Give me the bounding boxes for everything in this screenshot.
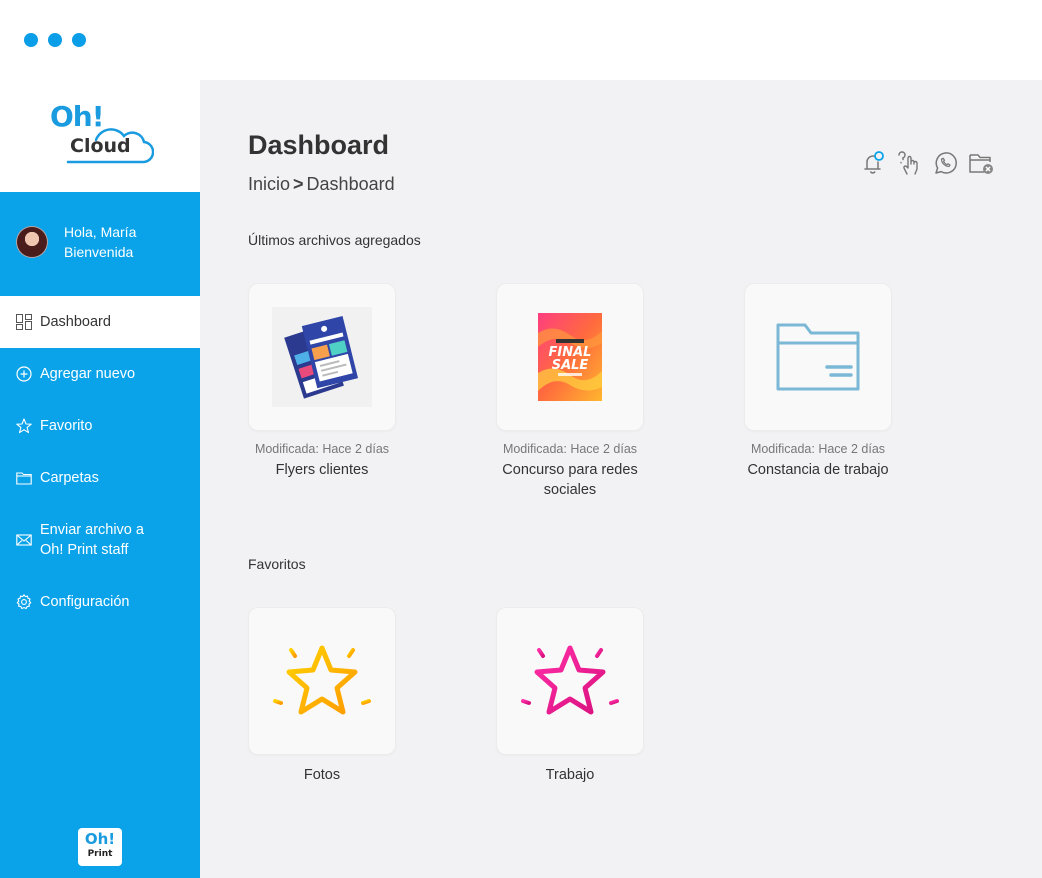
file-name[interactable]: Constancia de trabajo: [744, 460, 892, 480]
flyers-thumbnail: [272, 307, 372, 407]
breadcrumb: Inicio > Dashboard: [248, 174, 395, 195]
sidebar-item-send-file[interactable]: Enviar archivo a Oh! Print staff: [0, 504, 200, 576]
file-card-flyers[interactable]: [248, 283, 396, 431]
window-dot[interactable]: [24, 33, 38, 47]
mail-send-icon: [16, 532, 32, 548]
sidebar-item-folders[interactable]: Carpetas: [0, 452, 200, 504]
folder-delete-icon[interactable]: [968, 150, 994, 176]
star-icon: [16, 418, 32, 434]
sidebar-item-label: Favorito: [40, 418, 93, 434]
file-card-folder[interactable]: [744, 283, 892, 431]
sidebar-item-settings[interactable]: Configuración: [0, 576, 200, 628]
favorites-heading: Favoritos: [248, 556, 306, 572]
folder-icon: [776, 323, 860, 391]
dashboard-grid-icon: [16, 314, 32, 330]
main-content: Dashboard Inicio > Dashboard Últimos archi…: [200, 80, 1042, 878]
star-yellow-icon: [273, 645, 371, 730]
recent-files-heading: Últimos archivos agregados: [248, 232, 421, 248]
user-greeting: Hola, María Bienvenida: [64, 222, 136, 262]
sidebar-item-label-line2: Oh! Print staff: [40, 542, 129, 558]
star-pink-icon: [521, 645, 619, 730]
oh-print-logo[interactable]: Oh! Print: [78, 828, 122, 866]
sidebar-item-favorites[interactable]: Favorito: [0, 400, 200, 452]
header-toolbar: [860, 150, 994, 176]
sidebar-item-label-line1: Enviar archivo a: [40, 522, 144, 538]
plus-circle-icon: [16, 366, 32, 382]
user-greeting-name: Hola, María: [64, 224, 137, 240]
sidebar-item-label: Configuración: [40, 594, 130, 610]
window-titlebar: [0, 0, 1042, 80]
user-greeting-subtitle: Bienvenida: [64, 244, 134, 260]
sidebar-item-dashboard[interactable]: Dashboard: [0, 296, 200, 348]
sidebar-item-label: Carpetas: [40, 470, 99, 486]
favorite-name[interactable]: Fotos: [248, 765, 396, 785]
favorite-card-fotos[interactable]: [248, 607, 396, 755]
sidebar-item-label: Enviar archivo a Oh! Print staff: [40, 520, 144, 560]
file-name[interactable]: Concurso para redes sociales: [496, 460, 644, 500]
file-modified-date: Modificada: Hace 2 días: [750, 442, 886, 456]
notification-bell-icon[interactable]: [860, 150, 886, 176]
file-modified-date: Modificada: Hace 2 días: [254, 442, 390, 456]
poster-text-sale: SALE: [552, 358, 589, 373]
sidebar: Oh! Cloud Hola, María Bienvenida Dashboa…: [0, 80, 200, 878]
logo-cloud-text: Cloud: [70, 135, 131, 157]
sidebar-item-label: Dashboard: [40, 314, 111, 330]
file-card-final-sale[interactable]: FINAL SALE: [496, 283, 644, 431]
avatar[interactable]: [16, 226, 48, 258]
sidebar-nav: Dashboard Agregar nuevo Favorito Carpeta…: [0, 296, 200, 628]
favorite-name[interactable]: Trabajo: [496, 765, 644, 785]
whatsapp-icon[interactable]: [932, 150, 958, 176]
help-touch-icon[interactable]: [896, 150, 922, 176]
user-profile[interactable]: Hola, María Bienvenida: [16, 222, 136, 262]
page-title: Dashboard: [248, 130, 390, 160]
gear-icon: [16, 594, 32, 610]
folder-icon: [16, 470, 32, 486]
window-dot[interactable]: [72, 33, 86, 47]
sidebar-item-label: Agregar nuevo: [40, 366, 136, 382]
print-logo-print: Print: [87, 849, 113, 859]
file-modified-date: Modificada: Hace 2 días: [502, 442, 638, 456]
file-name-line2: sociales: [543, 482, 597, 498]
file-name[interactable]: Flyers clientes: [248, 460, 396, 480]
breadcrumb-separator: >: [293, 174, 304, 194]
print-logo-oh: Oh!: [84, 830, 116, 848]
window-controls: [24, 33, 86, 47]
window-dot[interactable]: [48, 33, 62, 47]
app-logo[interactable]: Oh! Cloud: [0, 80, 200, 192]
sidebar-item-add-new[interactable]: Agregar nuevo: [0, 348, 200, 400]
file-name-line1: Concurso para redes: [502, 462, 638, 478]
breadcrumb-root[interactable]: Inicio: [248, 174, 290, 194]
favorite-card-trabajo[interactable]: [496, 607, 644, 755]
breadcrumb-current: Dashboard: [306, 174, 395, 194]
final-sale-poster-thumbnail: FINAL SALE: [538, 313, 602, 401]
